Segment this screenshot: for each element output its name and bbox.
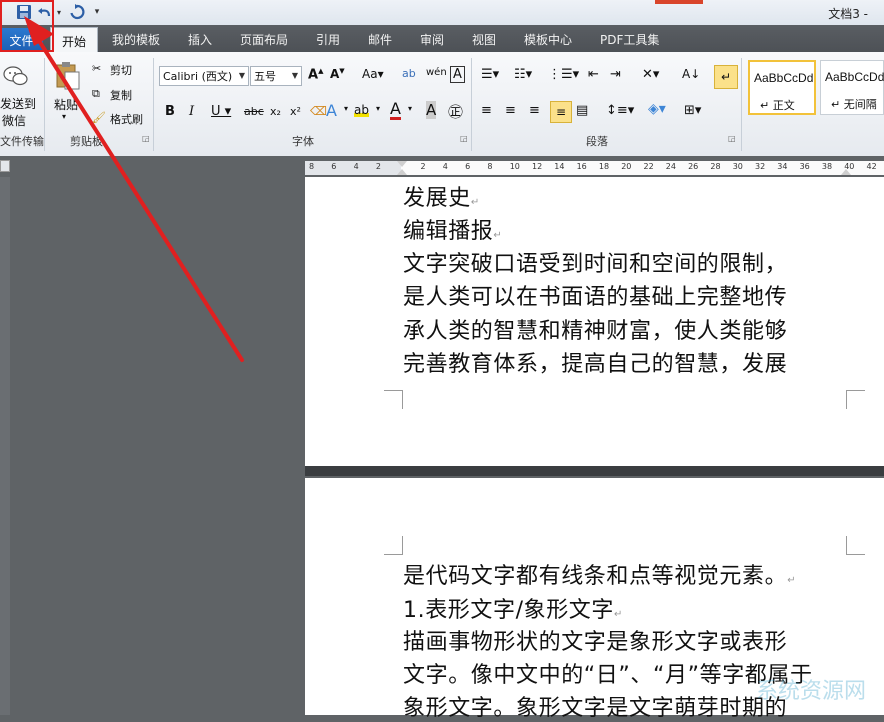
annotation-arrow-icon xyxy=(24,16,244,362)
watermark-text: 系统资源网 xyxy=(755,679,866,704)
